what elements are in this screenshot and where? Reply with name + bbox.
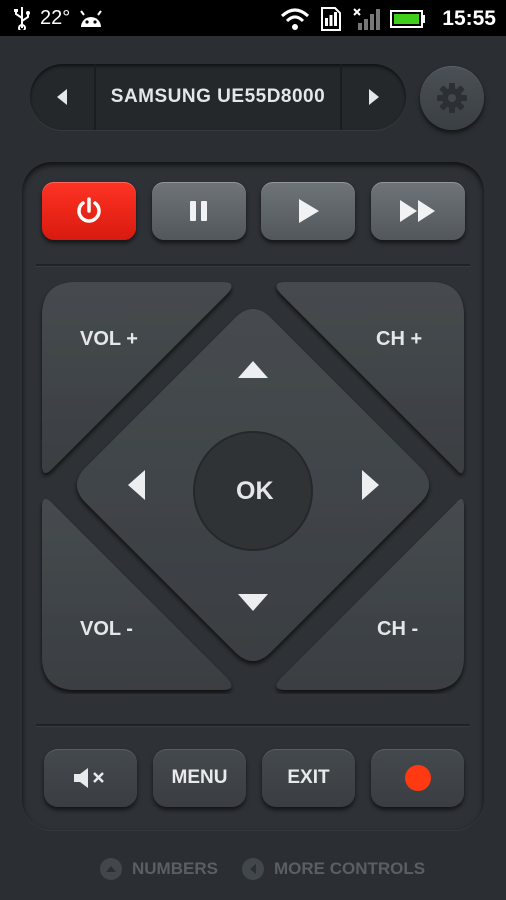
mute-icon [73, 768, 104, 788]
gear-icon [437, 83, 467, 113]
pause-button[interactable] [152, 182, 246, 240]
menu-button[interactable]: MENU [153, 749, 246, 807]
chevron-right-icon [369, 89, 379, 105]
device-selector: SAMSUNG UE55D8000 [30, 64, 406, 130]
temperature: 22° [40, 6, 71, 29]
next-device-button[interactable] [340, 64, 406, 130]
chevron-left-icon [57, 89, 67, 105]
fast-forward-icon [400, 200, 435, 222]
record-icon [404, 765, 431, 791]
pause-icon [190, 201, 207, 221]
divider [36, 724, 470, 726]
record-button[interactable] [371, 749, 464, 807]
sim-card-icon [321, 7, 342, 31]
ok-label: OK [236, 477, 274, 505]
power-icon [77, 197, 101, 223]
channel-down-label: CH - [377, 618, 419, 640]
chevron-left-icon [242, 858, 264, 880]
exit-button[interactable]: EXIT [262, 749, 355, 807]
play-button[interactable] [261, 182, 355, 240]
battery-icon [390, 10, 426, 28]
more-controls-label: MORE CONTROLS [274, 859, 426, 878]
numbers-toggle[interactable]: NUMBERS [100, 858, 218, 880]
status-bar: 22° 15:55 [0, 0, 506, 36]
divider [36, 264, 470, 266]
play-icon [299, 199, 319, 223]
previous-device-button[interactable] [30, 64, 96, 130]
mute-button[interactable] [44, 749, 137, 807]
clock: 15:55 [442, 7, 496, 30]
settings-button[interactable] [420, 66, 484, 130]
volume-down-label: VOL - [80, 618, 133, 640]
signal-icon [353, 8, 381, 30]
chevron-up-icon [100, 858, 122, 880]
wifi-icon [281, 8, 310, 30]
volume-up-label: VOL + [80, 328, 138, 350]
android-icon [80, 10, 103, 27]
fast-forward-button[interactable] [371, 182, 465, 240]
usb-icon [14, 7, 30, 30]
numbers-label: NUMBERS [132, 859, 218, 878]
channel-up-label: CH + [376, 328, 423, 350]
power-button[interactable] [42, 182, 136, 240]
device-name[interactable]: SAMSUNG UE55D8000 [96, 64, 340, 130]
more-controls-toggle[interactable]: MORE CONTROLS [242, 858, 425, 880]
